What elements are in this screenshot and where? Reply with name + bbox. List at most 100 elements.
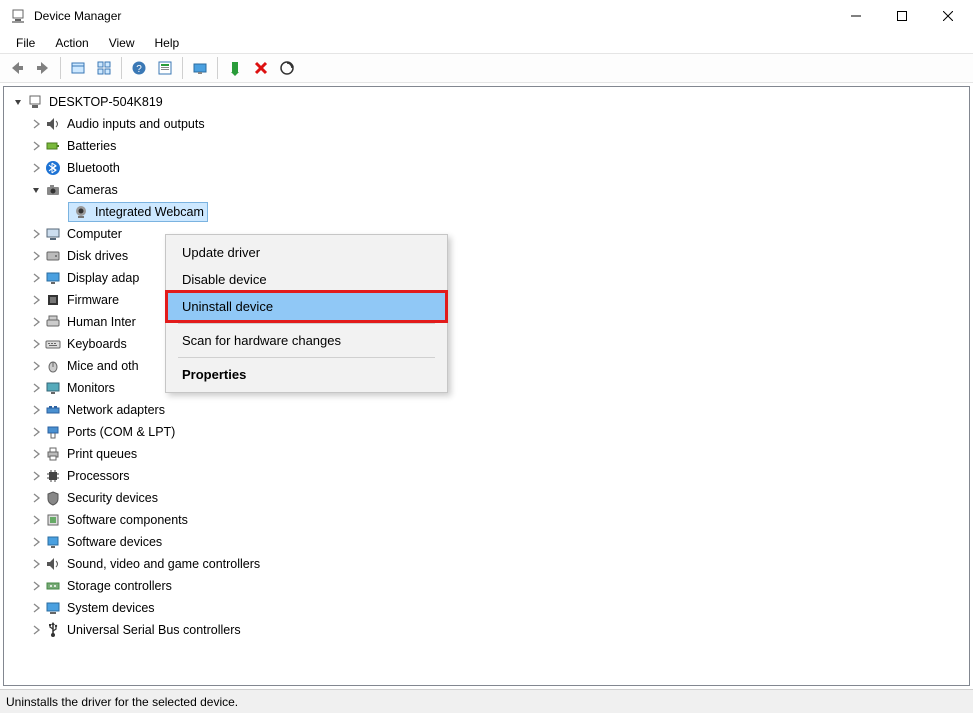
enable-device-button[interactable] xyxy=(223,56,247,80)
chevron-right-icon[interactable] xyxy=(28,116,44,132)
help-button[interactable]: ? xyxy=(127,56,151,80)
tree-root-label: DESKTOP-504K819 xyxy=(49,95,163,109)
chevron-right-icon[interactable] xyxy=(28,534,44,550)
devices-by-type-button[interactable] xyxy=(92,56,116,80)
bluetooth-icon xyxy=(44,159,62,177)
minimize-button[interactable] xyxy=(833,0,879,32)
chevron-right-icon[interactable] xyxy=(28,160,44,176)
chevron-right-icon[interactable] xyxy=(28,336,44,352)
ctx-update-driver[interactable]: Update driver xyxy=(168,239,445,266)
chevron-right-icon[interactable] xyxy=(28,490,44,506)
chevron-right-icon[interactable] xyxy=(28,468,44,484)
statusbar-text: Uninstalls the driver for the selected d… xyxy=(6,695,238,709)
close-button[interactable] xyxy=(925,0,971,32)
tree-category-row[interactable]: Human Inter xyxy=(4,311,969,333)
tree-category-row[interactable]: Security devices xyxy=(4,487,969,509)
tree-category-row[interactable]: Mice and oth xyxy=(4,355,969,377)
chevron-right-icon[interactable] xyxy=(28,138,44,154)
chevron-right-icon[interactable] xyxy=(28,226,44,242)
tree-category-row[interactable]: Software devices xyxy=(4,531,969,553)
tree-category-row[interactable]: Bluetooth xyxy=(4,157,969,179)
ctx-uninstall-device[interactable]: Uninstall device xyxy=(165,290,448,323)
menu-help[interactable]: Help xyxy=(145,34,190,52)
tree-category-label: Security devices xyxy=(67,491,158,505)
tree-category-row[interactable]: Software components xyxy=(4,509,969,531)
chevron-right-icon[interactable] xyxy=(28,600,44,616)
computer-category-icon xyxy=(44,225,62,243)
chevron-down-icon[interactable] xyxy=(10,94,26,110)
tree-category-row[interactable]: Disk drives xyxy=(4,245,969,267)
tree-category-label: Cameras xyxy=(67,183,118,197)
chevron-down-icon[interactable] xyxy=(28,182,44,198)
svg-text:?: ? xyxy=(136,64,142,75)
ctx-properties[interactable]: Properties xyxy=(168,361,445,388)
chevron-right-icon[interactable] xyxy=(28,402,44,418)
device-tree[interactable]: DESKTOP-504K819 Audio inputs and outputs… xyxy=(3,86,970,686)
printer-icon xyxy=(44,445,62,463)
tree-category-row[interactable]: Sound, video and game controllers xyxy=(4,553,969,575)
tree-category-row[interactable]: Processors xyxy=(4,465,969,487)
tree-root-row[interactable]: DESKTOP-504K819 xyxy=(4,91,969,113)
audio-icon xyxy=(44,115,62,133)
tree-category-label: Processors xyxy=(67,469,130,483)
software-components-icon xyxy=(44,511,62,529)
processor-icon xyxy=(44,467,62,485)
back-button[interactable] xyxy=(5,56,29,80)
tree-category-row[interactable]: Firmware xyxy=(4,289,969,311)
chevron-right-icon[interactable] xyxy=(28,622,44,638)
tree-category-row[interactable]: Network adapters xyxy=(4,399,969,421)
chevron-right-icon[interactable] xyxy=(28,358,44,374)
uninstall-device-button[interactable] xyxy=(249,56,273,80)
show-hidden-button[interactable] xyxy=(66,56,90,80)
chevron-right-icon[interactable] xyxy=(28,556,44,572)
menu-action[interactable]: Action xyxy=(45,34,98,52)
tree-category-row[interactable]: Storage controllers xyxy=(4,575,969,597)
ctx-scan-hardware[interactable]: Scan for hardware changes xyxy=(168,327,445,354)
window-controls xyxy=(833,0,971,32)
chevron-right-icon[interactable] xyxy=(28,512,44,528)
tree-category-label: Batteries xyxy=(67,139,116,153)
tree-category-label: Disk drives xyxy=(67,249,128,263)
tree-category-row[interactable]: Computer xyxy=(4,223,969,245)
menu-view[interactable]: View xyxy=(99,34,145,52)
chevron-right-icon[interactable] xyxy=(28,446,44,462)
chevron-right-icon[interactable] xyxy=(28,292,44,308)
tree-category-label: Software devices xyxy=(67,535,162,549)
tree-device-row[interactable]: Integrated Webcam xyxy=(4,201,969,223)
menu-file[interactable]: File xyxy=(6,34,45,52)
update-driver-button[interactable] xyxy=(188,56,212,80)
chevron-right-icon[interactable] xyxy=(28,424,44,440)
tree-category-row[interactable]: Print queues xyxy=(4,443,969,465)
tree-category-label: Mice and oth xyxy=(67,359,139,373)
tree-category-row[interactable]: Audio inputs and outputs xyxy=(4,113,969,135)
tree-category-label: Human Inter xyxy=(67,315,136,329)
tree-category-row[interactable]: Universal Serial Bus controllers xyxy=(4,619,969,641)
tree-category-row[interactable]: System devices xyxy=(4,597,969,619)
tree-category-row[interactable]: Cameras xyxy=(4,179,969,201)
chevron-right-icon[interactable] xyxy=(28,314,44,330)
scan-hardware-button[interactable] xyxy=(275,56,299,80)
tree-category-row[interactable]: Ports (COM & LPT) xyxy=(4,421,969,443)
network-icon xyxy=(44,401,62,419)
maximize-button[interactable] xyxy=(879,0,925,32)
tree-category-label: System devices xyxy=(67,601,155,615)
tree-category-row[interactable]: Display adap xyxy=(4,267,969,289)
chevron-right-icon[interactable] xyxy=(28,270,44,286)
tree-category-row[interactable]: Monitors xyxy=(4,377,969,399)
disk-icon xyxy=(44,247,62,265)
tree-category-label: Universal Serial Bus controllers xyxy=(67,623,241,637)
chevron-right-icon[interactable] xyxy=(28,578,44,594)
properties-button[interactable] xyxy=(153,56,177,80)
battery-icon xyxy=(44,137,62,155)
forward-button[interactable] xyxy=(31,56,55,80)
tree-category-row[interactable]: Batteries xyxy=(4,135,969,157)
statusbar: Uninstalls the driver for the selected d… xyxy=(0,689,973,713)
tree-category-label: Sound, video and game controllers xyxy=(67,557,260,571)
ctx-disable-device[interactable]: Disable device xyxy=(168,266,445,293)
ctx-separator xyxy=(178,323,435,324)
firmware-icon xyxy=(44,291,62,309)
chevron-right-icon[interactable] xyxy=(28,380,44,396)
chevron-right-icon[interactable] xyxy=(28,248,44,264)
tree-category-label: Print queues xyxy=(67,447,137,461)
tree-category-row[interactable]: Keyboards xyxy=(4,333,969,355)
